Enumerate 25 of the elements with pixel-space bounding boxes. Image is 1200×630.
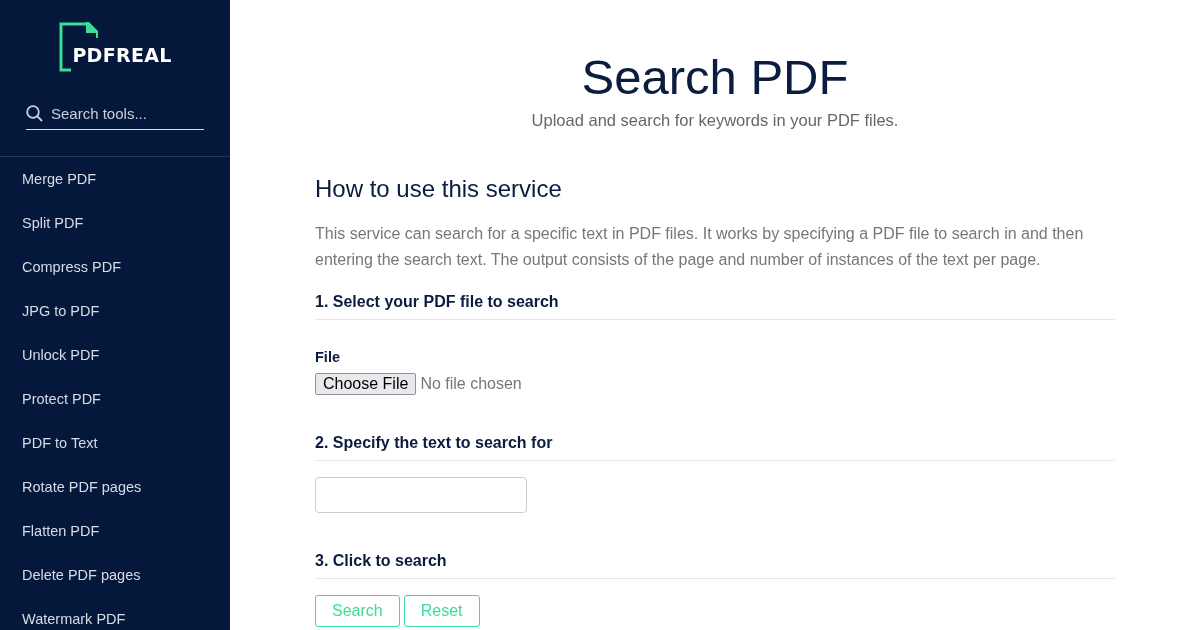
nav-link[interactable]: Rotate PDF pages	[0, 477, 164, 521]
nav-link[interactable]: Compress PDF	[0, 257, 144, 301]
nav-link[interactable]: Split PDF	[0, 213, 106, 257]
logo-text: PDFREAL	[72, 46, 172, 65]
search-field[interactable]: Search tools...	[51, 105, 201, 122]
field-label: File	[315, 349, 341, 365]
search-icon	[26, 105, 43, 122]
nav-link[interactable]: Unlock PDF	[0, 345, 122, 389]
nav-link[interactable]: JPG to PDF	[0, 301, 122, 345]
section-heading: How to use this service	[315, 175, 563, 203]
step-heading: 3. Click to search	[315, 552, 1115, 579]
page-subtitle: Upload and search for keywords in your PDF files.	[531, 111, 899, 130]
nav-link[interactable]: Delete PDF pages	[0, 565, 163, 609]
step-heading: 1. Select your PDF file to search	[315, 293, 1115, 320]
step-heading: 2. Specify the text to search for	[315, 434, 1115, 461]
description-text: This service can search for a specific text in PDF files. It works by specifying a PDF file to search in and then entering the search text. The output consists of the page and number of instances of the text per page.	[315, 224, 1085, 270]
file-status: No file chosen	[420, 375, 522, 393]
search-text-field[interactable]	[315, 477, 527, 513]
nav-link[interactable]: Watermark PDF	[0, 609, 148, 630]
page-title: Search PDF	[581, 49, 849, 105]
nav-link[interactable]: PDF to Text	[0, 433, 120, 477]
nav-link[interactable]: Protect PDF	[0, 389, 123, 433]
nav-link[interactable]: Flatten PDF	[0, 521, 122, 565]
nav-link[interactable]: Merge PDF	[0, 169, 119, 213]
choose-file-button[interactable]: Choose File	[315, 373, 417, 395]
